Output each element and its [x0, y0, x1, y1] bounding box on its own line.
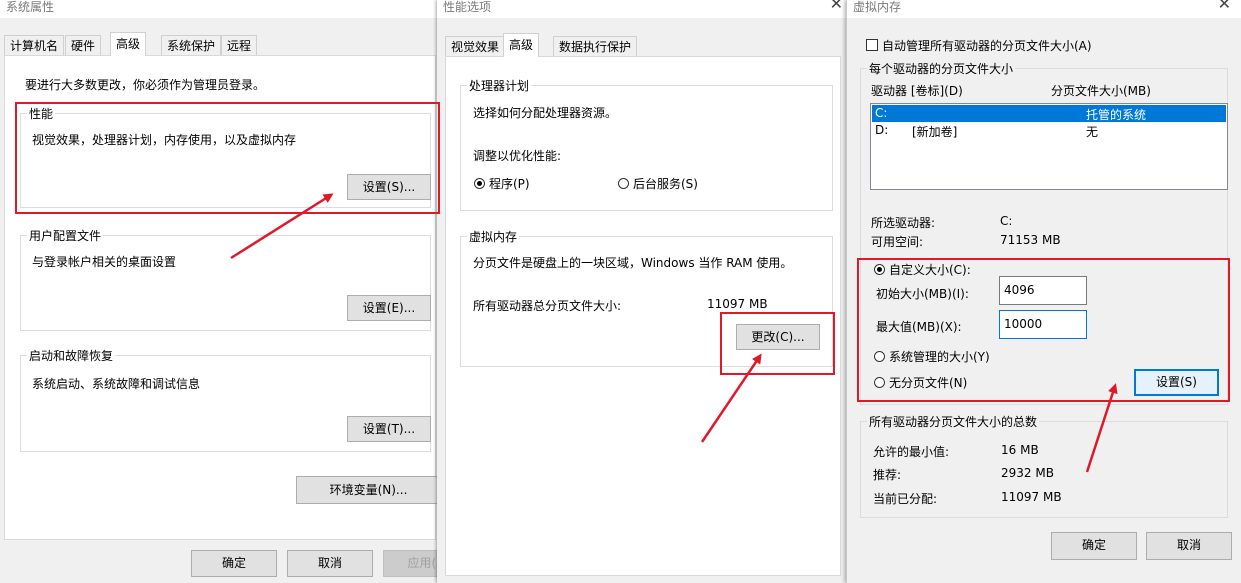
window-title: 虚拟内存	[853, 0, 902, 14]
title-bar: 虚拟内存 ✕	[847, 0, 1241, 18]
drive-letter: C:	[875, 106, 888, 120]
programs-radio[interactable]	[474, 178, 485, 189]
virtual-memory-desc: 分页文件是硬盘上的一块区域，Windows 当作 RAM 使用。	[473, 256, 793, 270]
drive-label: [新加卷]	[912, 125, 958, 139]
programs-label: 程序(P)	[489, 177, 530, 191]
title-bar: 性能选项 ✕	[437, 0, 849, 18]
tab-advanced[interactable]: 高级	[503, 33, 540, 57]
system-properties-window: 系统属性 计算机名 硬件 高级 系统保护 远程 要进行大多数更改，你必须作为管理…	[0, 0, 469, 583]
user-profiles-group-title: 用户配置文件	[27, 227, 104, 244]
performance-options-window: 性能选项 ✕ 视觉效果 高级 数据执行保护 处理器计划 选择如何分配处理器资源。…	[437, 0, 849, 583]
window-title: 系统属性	[6, 0, 55, 14]
environment-variables-button[interactable]: 环境变量(N)...	[296, 476, 441, 504]
startup-recovery-group: 启动和故障恢复 系统启动、系统故障和调试信息 设置(T)...	[20, 347, 431, 452]
per-drive-title: 每个驱动器的分页文件大小	[867, 60, 1016, 77]
close-icon[interactable]: ✕	[830, 0, 843, 13]
recommended-label: 推荐:	[873, 468, 902, 482]
drive-size: 无	[1086, 125, 1099, 139]
drive-letter: D:	[875, 123, 889, 137]
recommended-value: 2932 MB	[1001, 466, 1054, 480]
tab-remote[interactable]: 远程	[221, 35, 258, 56]
totals-group: 所有驱动器分页文件大小的总数 允许的最小值: 16 MB 推荐: 2932 MB…	[860, 413, 1228, 518]
window-title: 性能选项	[443, 0, 492, 14]
selected-drive-label: 所选驱动器:	[871, 216, 936, 230]
ok-button[interactable]: 确定	[191, 550, 277, 577]
background-services-label: 后台服务(S)	[633, 177, 698, 191]
tab-advanced[interactable]: 高级	[110, 32, 147, 56]
totals-title: 所有驱动器分页文件大小的总数	[867, 413, 1040, 430]
drive-size: 托管的系统	[1086, 108, 1147, 122]
user-profiles-settings-button[interactable]: 设置(E)...	[347, 295, 431, 321]
user-profiles-group: 用户配置文件 与登录帐户相关的桌面设置 设置(E)...	[20, 227, 431, 331]
drive-list[interactable]: C: 托管的系统 D: [新加卷] 无	[870, 103, 1228, 190]
ok-button[interactable]: 确定	[1051, 532, 1137, 560]
highlight-custom-size-box	[857, 258, 1230, 402]
list-item-selected[interactable]: C: 托管的系统	[872, 105, 1226, 122]
total-paging-label: 所有驱动器总分页文件大小:	[473, 299, 622, 313]
startup-recovery-settings-button[interactable]: 设置(T)...	[347, 416, 431, 442]
highlight-performance-box	[15, 102, 440, 214]
tab-hardware[interactable]: 硬件	[65, 35, 102, 56]
tab-computer-name[interactable]: 计算机名	[4, 35, 65, 56]
processor-scheduling-title: 处理器计划	[467, 77, 532, 94]
min-allowed-label: 允许的最小值:	[873, 445, 950, 459]
admin-note: 要进行大多数更改，你必须作为管理员登录。	[25, 78, 266, 92]
tab-visual-effects[interactable]: 视觉效果	[445, 36, 506, 57]
highlight-change-box	[720, 312, 835, 375]
virtual-memory-title: 虚拟内存	[467, 228, 520, 245]
cancel-button[interactable]: 取消	[287, 550, 373, 577]
processor-scheduling-desc: 选择如何分配处理器资源。	[473, 106, 618, 120]
list-item[interactable]: D: [新加卷] 无	[872, 122, 1226, 139]
background-services-radio[interactable]	[618, 178, 629, 189]
processor-scheduling-group: 处理器计划 选择如何分配处理器资源。 调整以优化性能: 程序(P) 后台服务(S…	[460, 77, 833, 211]
adjust-label: 调整以优化性能:	[473, 149, 562, 163]
total-paging-value: 11097 MB	[707, 297, 768, 311]
currently-allocated-label: 当前已分配:	[873, 492, 938, 506]
title-bar: 系统属性	[0, 0, 440, 18]
user-profiles-desc: 与登录帐户相关的桌面设置	[32, 255, 177, 269]
tab-system-protection[interactable]: 系统保护	[161, 35, 222, 56]
close-icon[interactable]: ✕	[1218, 0, 1231, 13]
tab-dep[interactable]: 数据执行保护	[553, 36, 638, 57]
size-column-header: 分页文件大小(MB)	[1051, 84, 1151, 98]
selected-drive-value: C:	[1000, 214, 1013, 228]
min-allowed-value: 16 MB	[1001, 443, 1039, 457]
free-space-label: 可用空间:	[871, 235, 924, 249]
cancel-button[interactable]: 取消	[1146, 532, 1232, 560]
currently-allocated-value: 11097 MB	[1001, 490, 1062, 504]
startup-recovery-group-title: 启动和故障恢复	[27, 347, 116, 364]
auto-manage-label: 自动管理所有驱动器的分页文件大小(A)	[882, 39, 1092, 53]
drive-column-header: 驱动器 [卷标](D)	[871, 84, 963, 98]
auto-manage-checkbox[interactable]	[866, 39, 878, 51]
startup-recovery-desc: 系统启动、系统故障和调试信息	[32, 377, 201, 391]
free-space-value: 71153 MB	[1000, 233, 1061, 247]
